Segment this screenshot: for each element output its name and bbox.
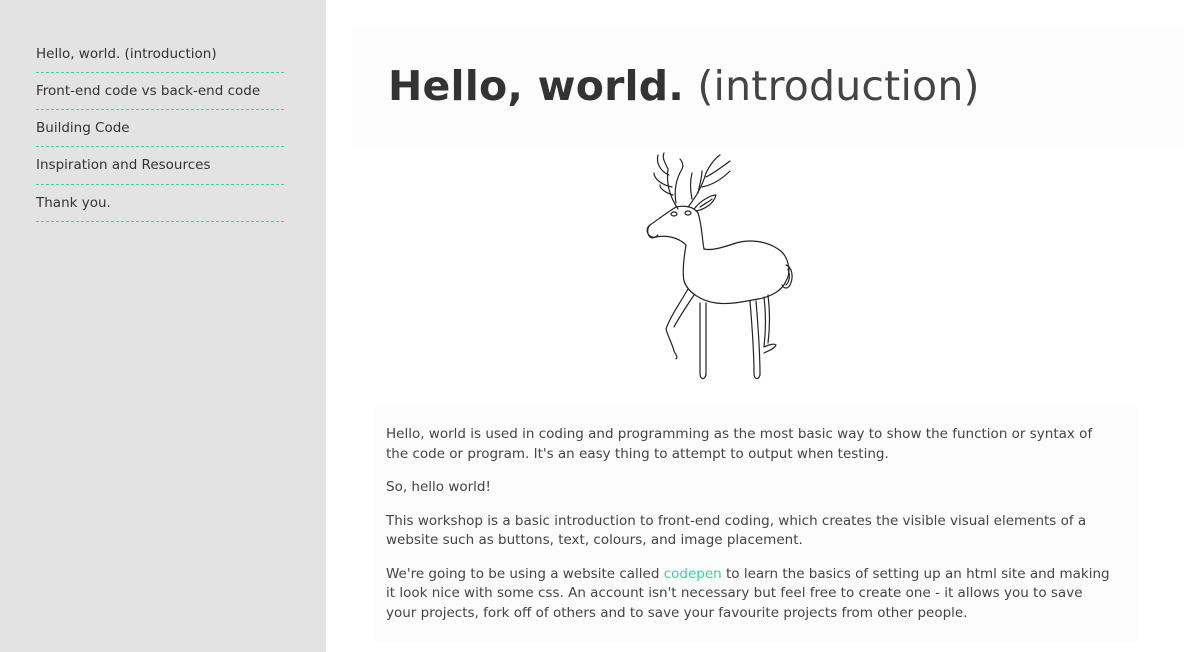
sidebar-item-thank-you[interactable]: Thank you. [36,185,284,222]
deer-illustration [646,152,793,380]
sidebar-item-building-code[interactable]: Building Code [36,110,284,147]
paragraph-workshop: This workshop is a basic introduction to… [386,512,1087,549]
sidebar-item-introduction[interactable]: Hello, world. (introduction) [36,36,284,73]
sidebar: Hello, world. (introduction) Front-end c… [0,0,326,652]
page-title-main: Hello, world. [388,62,685,110]
paragraph-so-hello: So, hello world! [386,479,491,495]
page-title: Hello, world. (introduction) [388,57,980,115]
paragraph-codepen: We're going to be using a website called… [386,565,1116,624]
paragraph-hello-world: Hello, world is used in coding and progr… [386,426,1093,462]
sidebar-item-front-end-vs-back-end[interactable]: Front-end code vs back-end code [36,73,284,110]
intro-content: Hello, world is used in coding and progr… [374,407,1138,642]
codepen-link[interactable]: codepen [664,566,722,582]
main-content: Hello, world. (introduction) Hello, worl… [326,0,1190,652]
paragraph-codepen-before: We're going to be using a website called [386,565,664,582]
page-header: Hello, world. (introduction) [352,27,1184,147]
sidebar-item-inspiration-resources[interactable]: Inspiration and Resources [36,147,284,185]
sidebar-nav: Hello, world. (introduction) Front-end c… [36,36,284,222]
page-title-sub: (introduction) [697,62,980,110]
